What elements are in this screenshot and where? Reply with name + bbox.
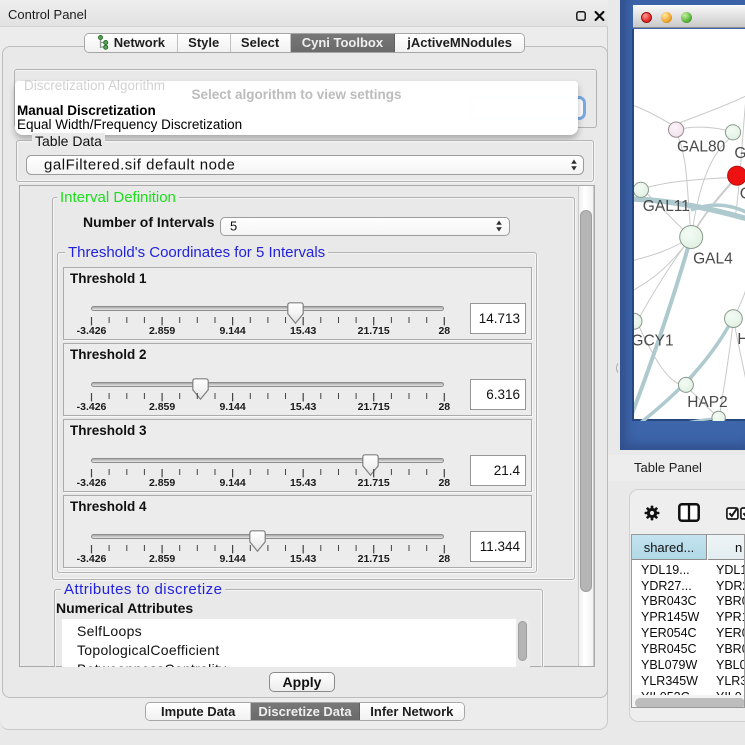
- svg-text:GAL4: GAL4: [693, 251, 733, 268]
- svg-text:GAL11: GAL11: [643, 198, 690, 215]
- svg-text:C: C: [740, 186, 745, 203]
- svg-text:H: H: [737, 331, 745, 348]
- svg-text:GAL80: GAL80: [677, 138, 726, 155]
- svg-text:GCY1: GCY1: [634, 332, 674, 349]
- svg-text:GA: GA: [734, 145, 745, 162]
- svg-text:HAP2: HAP2: [687, 394, 728, 411]
